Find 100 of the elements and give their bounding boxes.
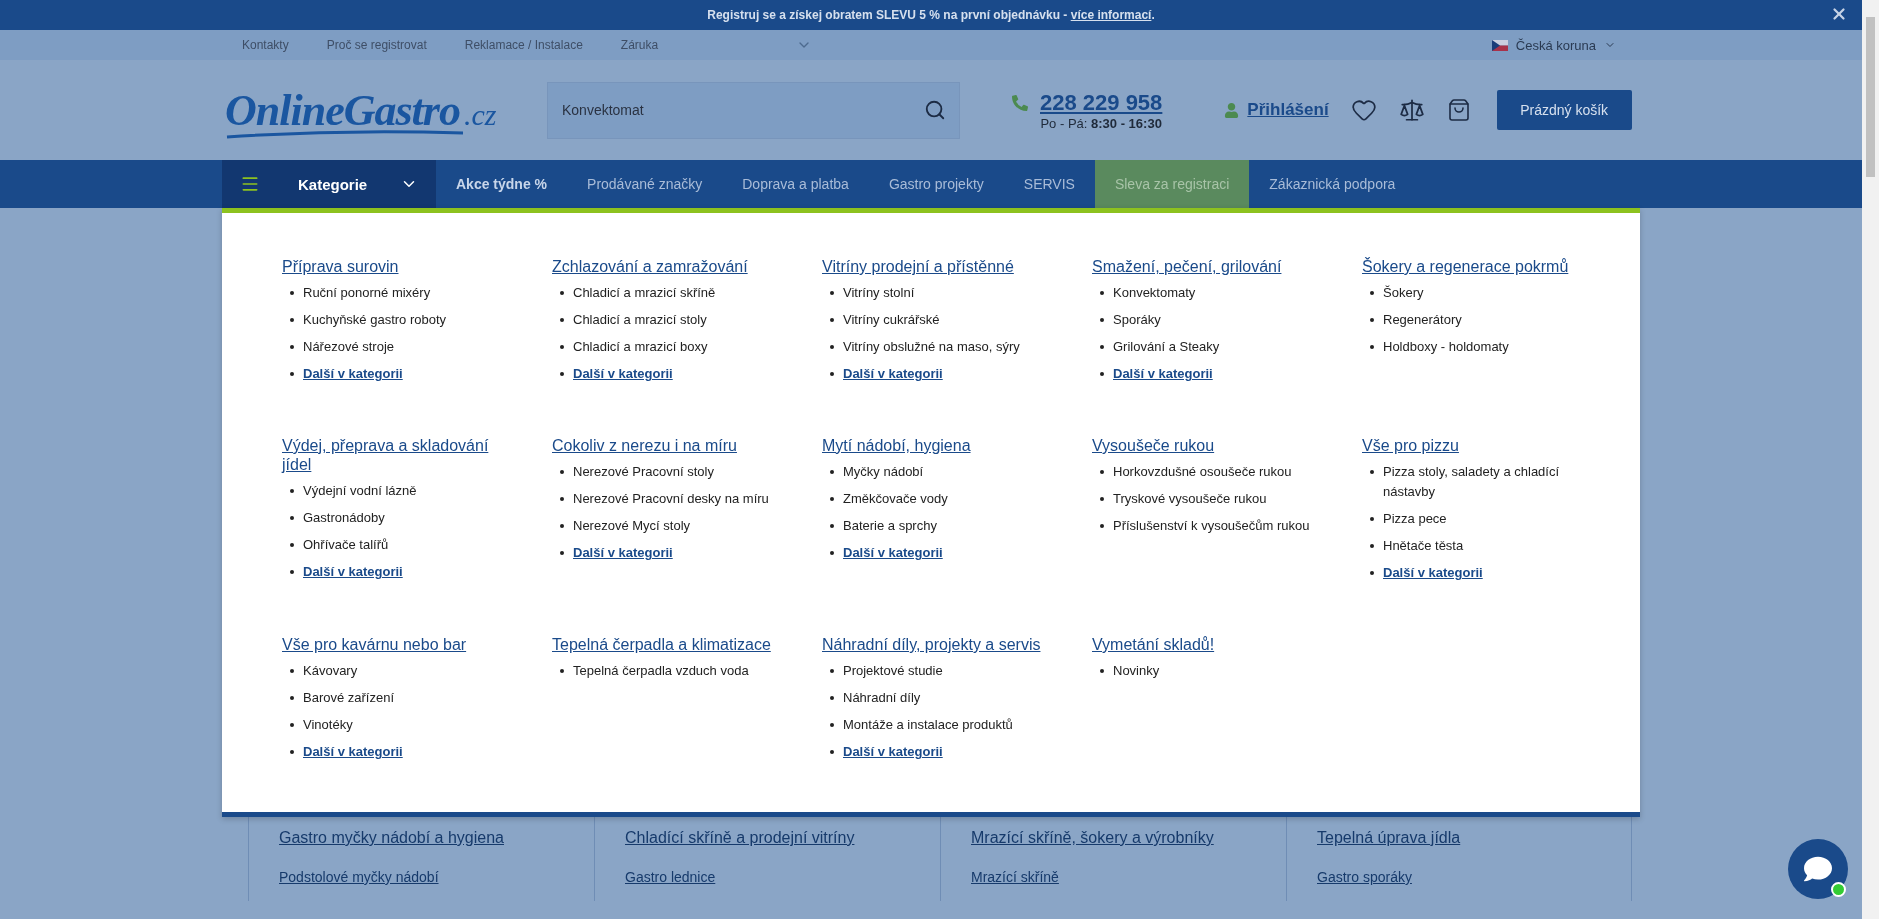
- bullet-icon: [560, 372, 564, 376]
- category-title[interactable]: Náhradní díly, projekty a servis: [822, 635, 1056, 654]
- more-link[interactable]: Další v kategorii: [1383, 563, 1483, 583]
- subcategory-link[interactable]: Příslušenství k vysoušečům rukou: [1113, 516, 1310, 536]
- nav-item[interactable]: Doprava a platba: [722, 160, 869, 208]
- subcategory-link[interactable]: Nerezové Pracovní stoly: [573, 462, 714, 482]
- subcategory-link[interactable]: Náhradní díly: [843, 688, 921, 708]
- subcategory-link[interactable]: Vinotéky: [303, 715, 353, 735]
- bullet-icon: [1370, 345, 1374, 349]
- subcategory-link[interactable]: Nářezové stroje: [303, 337, 395, 357]
- bullet-icon: [1100, 345, 1104, 349]
- subcategory-link[interactable]: Tryskové vysoušeče rukou: [1113, 489, 1267, 509]
- category-title[interactable]: Tepelná čerpadla a klimatizace: [552, 635, 786, 654]
- card-title[interactable]: Chladící skříně a prodejní vitríny: [625, 829, 910, 847]
- card-link[interactable]: Podstolové myčky nádobí: [279, 869, 564, 885]
- more-link[interactable]: Další v kategorii: [843, 543, 943, 563]
- card-title[interactable]: Mrazící skříně, šokery a výrobníky: [971, 829, 1256, 847]
- subcategory-link[interactable]: Změkčovače vody: [843, 489, 948, 509]
- more-link[interactable]: Další v kategorii: [303, 562, 403, 582]
- subcategory-link[interactable]: Nerezové Mycí stoly: [573, 516, 691, 536]
- category-title[interactable]: Mytí nádobí, hygiena: [822, 436, 1056, 455]
- shopping-bag-icon[interactable]: [1446, 98, 1471, 122]
- subcategory-link[interactable]: Novinky: [1113, 661, 1160, 681]
- nav-item[interactable]: Akce týdne %: [436, 160, 568, 208]
- flag-icon: [1491, 39, 1508, 51]
- subcategory-link[interactable]: Pizza pece: [1383, 509, 1447, 529]
- scale-icon[interactable]: [1398, 97, 1425, 123]
- subcategory-link[interactable]: Chladicí a mrazicí boxy: [573, 337, 708, 357]
- bullet-icon: [1100, 669, 1104, 673]
- subcategory-link[interactable]: Tepelná čerpadla vzduch voda: [573, 661, 749, 681]
- card-link[interactable]: Mrazící skříně: [971, 869, 1256, 885]
- subcategory-link[interactable]: Montáže a instalace produktů: [843, 715, 1013, 735]
- search-field[interactable]: Konvektomat: [547, 81, 960, 139]
- subcategory-link[interactable]: Chladicí a mrazicí skříně: [573, 283, 716, 303]
- currency-selector[interactable]: Česká koruna: [1485, 36, 1622, 54]
- subcategory-link[interactable]: Hnětače těsta: [1383, 536, 1464, 556]
- category-title[interactable]: Smažení, pečení, grilování: [1092, 257, 1326, 276]
- subcategory-link[interactable]: Horkovzdušné osoušeče rukou: [1113, 462, 1292, 482]
- subcategory-link[interactable]: Kávovary: [303, 661, 358, 681]
- more-link[interactable]: Další v kategorii: [573, 364, 673, 384]
- category-title[interactable]: Cokoliv z nerezu i na míru: [552, 436, 786, 455]
- card-link[interactable]: Gastro sporáky: [1317, 869, 1601, 885]
- close-button[interactable]: [1830, 5, 1848, 23]
- category-title[interactable]: Výdej, přeprava a skladování jídel: [282, 436, 516, 474]
- bullet-icon: [290, 372, 294, 376]
- nav-item[interactable]: Zákaznická podpora: [1249, 160, 1416, 208]
- more-link[interactable]: Další v kategorii: [303, 364, 403, 384]
- nav-item[interactable]: Prodávané značky: [567, 160, 723, 208]
- subcategory-link[interactable]: Kuchyňské gastro roboty: [303, 310, 447, 330]
- subcategory-link[interactable]: Ohřívače talířů: [303, 535, 389, 555]
- category-title[interactable]: Vymetání skladů!: [1092, 635, 1326, 654]
- bullet-icon: [1100, 318, 1104, 322]
- category-title[interactable]: Šokery a regenerace pokrmů: [1362, 257, 1596, 276]
- subcategory-link[interactable]: Grilování a Steaky: [1113, 337, 1220, 357]
- card-title[interactable]: Gastro myčky nádobí a hygiena: [279, 829, 564, 847]
- nav-item[interactable]: Gastro projekty: [868, 160, 1004, 208]
- subcategory-link[interactable]: Vitríny stolní: [843, 283, 915, 303]
- chat-button[interactable]: [1788, 839, 1848, 899]
- subcategory-link[interactable]: Projektové studie: [843, 661, 943, 681]
- category-title[interactable]: Příprava surovin: [282, 257, 516, 276]
- subcategory-link[interactable]: Baterie a sprchy: [843, 516, 937, 536]
- category-title[interactable]: Vysoušeče rukou: [1092, 436, 1326, 455]
- card-link[interactable]: Gastro lednice: [625, 869, 910, 885]
- scrollbar-thumb[interactable]: [1866, 17, 1875, 177]
- bullet-icon: [290, 489, 294, 493]
- category-title[interactable]: Vše pro pizzu: [1362, 436, 1596, 455]
- subcategory-link[interactable]: Ruční ponorné mixéry: [303, 283, 431, 303]
- card-title[interactable]: Tepelná úprava jídla: [1317, 829, 1601, 847]
- category-title[interactable]: Zchlazování a zamražování: [552, 257, 786, 276]
- subcategory-link[interactable]: Myčky nádobí: [843, 462, 924, 482]
- cart-button[interactable]: Prázdný košík: [1496, 90, 1632, 130]
- more-link[interactable]: Další v kategorii: [843, 364, 943, 384]
- more-link[interactable]: Další v kategorii: [843, 742, 943, 762]
- subcategory-link[interactable]: Výdejní vodní lázně: [303, 481, 417, 501]
- subcategory-link[interactable]: Vitríny obslužné na maso, sýry: [843, 337, 1020, 357]
- subcategory-link[interactable]: Pizza stoly, saladety a chladící nástavby: [1383, 462, 1596, 502]
- heart-icon[interactable]: [1350, 97, 1377, 123]
- subcategory-link[interactable]: Barové zařízení: [303, 688, 395, 708]
- menu-icon: [240, 174, 260, 194]
- subcategory-link[interactable]: Nerezové Pracovní desky na míru: [573, 489, 769, 509]
- category-title[interactable]: Vše pro kavárnu nebo bar: [282, 635, 516, 654]
- bullet-icon: [830, 470, 834, 474]
- bullet-icon: [290, 723, 294, 727]
- bullet-icon: [290, 516, 294, 520]
- subcategory-link[interactable]: Sporáky: [1113, 310, 1161, 330]
- subcategory-link[interactable]: Holdboxy - holdomaty: [1383, 337, 1509, 357]
- subcategory-link[interactable]: Konvektomaty: [1113, 283, 1196, 303]
- subcategory-link[interactable]: Regenerátory: [1383, 310, 1462, 330]
- subcategory-link[interactable]: Vitríny cukrářské: [843, 310, 940, 330]
- more-link[interactable]: Další v kategorii: [1113, 364, 1213, 384]
- more-link[interactable]: Další v kategorii: [303, 742, 403, 762]
- subcategory-link[interactable]: Šokery: [1383, 283, 1424, 303]
- subcategory-link[interactable]: Gastronádoby: [303, 508, 385, 528]
- more-link[interactable]: Další v kategorii: [573, 543, 673, 563]
- categories-button[interactable]: Kategorie: [222, 160, 436, 208]
- nav-item[interactable]: SERVIS: [1003, 160, 1095, 208]
- scrollbar[interactable]: [1862, 0, 1879, 919]
- subcategory-link[interactable]: Chladicí a mrazicí stoly: [573, 310, 707, 330]
- search-icon[interactable]: [924, 98, 946, 121]
- category-title[interactable]: Vitríny prodejní a přístěnné: [822, 257, 1056, 276]
